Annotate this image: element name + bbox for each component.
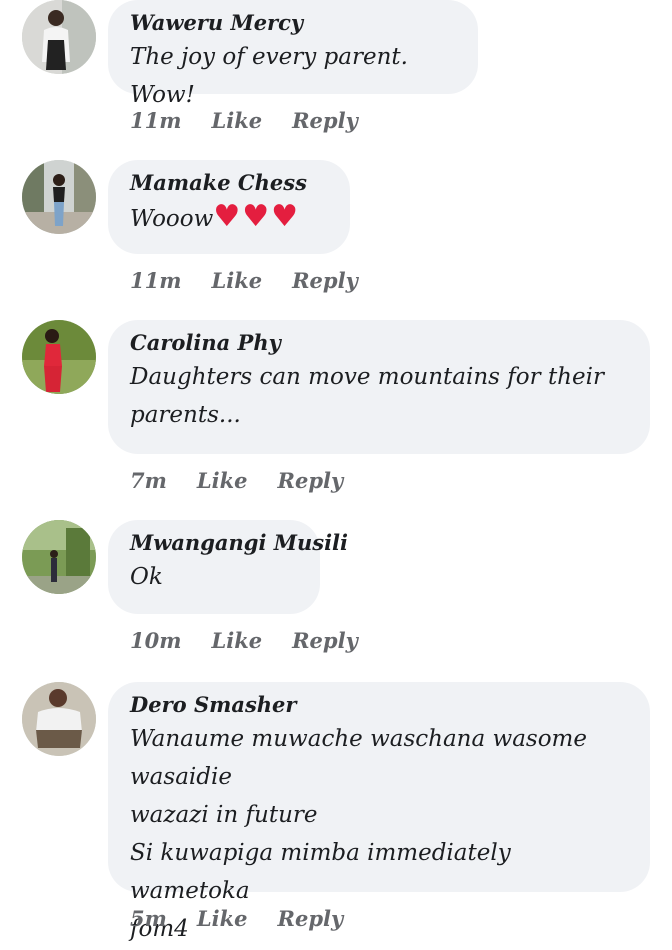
comment-text-line: Wanaume muwache waschana wasome wasaidie	[130, 726, 587, 790]
like-button[interactable]: Like	[211, 628, 262, 653]
comment-text-content: Wooow	[130, 206, 214, 232]
comment-bubble: Dero Smasher Wanaume muwache waschana wa…	[108, 682, 650, 942]
like-button[interactable]: Like	[211, 108, 262, 133]
comment-item: Dero Smasher Wanaume muwache waschana wa…	[0, 682, 672, 950]
comment-text-line: wazazi in future	[130, 802, 318, 828]
like-button[interactable]: Like	[197, 906, 248, 931]
user-photo-icon	[22, 0, 96, 74]
comment-bubble: Carolina Phy Daughters can move mountain…	[108, 320, 650, 454]
comment-text: The joy of every parent. Wow!	[130, 44, 408, 108]
comment-actions: 11m Like Reply	[130, 268, 358, 293]
comment-time: 10m	[130, 628, 182, 653]
like-button[interactable]: Like	[197, 468, 248, 493]
comment-bubble: Mamake Chess Wooow♥♥♥	[108, 160, 350, 254]
comment-actions: 5m Like Reply	[130, 906, 343, 931]
comment-author[interactable]: Carolina Phy	[130, 328, 628, 358]
heart-emoji-icon: ♥♥♥	[213, 199, 300, 234]
comment-text-line: Si kuwapiga mimba immediately wametoka	[130, 840, 511, 904]
avatar[interactable]	[22, 0, 96, 74]
comment-actions: 11m Like Reply	[130, 108, 358, 133]
comment-time: 11m	[130, 108, 182, 133]
comment-item: Carolina Phy Daughters can move mountain…	[0, 320, 672, 520]
user-photo-icon	[22, 320, 96, 394]
comment-author[interactable]: Waweru Mercy	[130, 8, 456, 38]
comment-time: 5m	[130, 906, 167, 931]
comment-time: 7m	[130, 468, 167, 493]
comment-text: Ok	[130, 564, 163, 590]
avatar[interactable]	[22, 320, 96, 394]
comment-text-line: parents...	[130, 402, 241, 428]
avatar[interactable]	[22, 160, 96, 234]
comment-actions: 10m Like Reply	[130, 628, 358, 653]
reply-button[interactable]: Reply	[292, 628, 358, 653]
comment-item: Mamake Chess Wooow♥♥♥ 11m Like Reply	[0, 160, 672, 320]
user-photo-icon	[22, 520, 96, 594]
avatar[interactable]	[22, 520, 96, 594]
reply-button[interactable]: Reply	[292, 268, 358, 293]
comment-author[interactable]: Dero Smasher	[130, 690, 628, 720]
comment-bubble: Mwangangi Musili Ok	[108, 520, 348, 614]
comment-item: Mwangangi Musili Ok 10m Like Reply	[0, 520, 672, 680]
comment-author[interactable]: Mamake Chess	[130, 168, 328, 198]
comment-actions: 7m Like Reply	[130, 468, 343, 493]
reply-button[interactable]: Reply	[278, 468, 344, 493]
comment-item: Waweru Mercy The joy of every parent. Wo…	[0, 0, 672, 160]
reply-button[interactable]: Reply	[292, 108, 358, 133]
comment-author[interactable]: Mwangangi Musili	[130, 528, 348, 558]
reply-button[interactable]: Reply	[278, 906, 344, 931]
avatar[interactable]	[22, 682, 96, 756]
like-button[interactable]: Like	[211, 268, 262, 293]
user-photo-icon	[22, 160, 96, 234]
comment-list: Waweru Mercy The joy of every parent. Wo…	[0, 0, 672, 950]
comment-bubble: Waweru Mercy The joy of every parent. Wo…	[108, 0, 478, 108]
comment-time: 11m	[130, 268, 182, 293]
comment-text-line: Daughters can move mountains for their	[130, 364, 604, 390]
comment-text: Wooow♥♥♥	[130, 198, 328, 238]
user-photo-icon	[22, 682, 96, 756]
